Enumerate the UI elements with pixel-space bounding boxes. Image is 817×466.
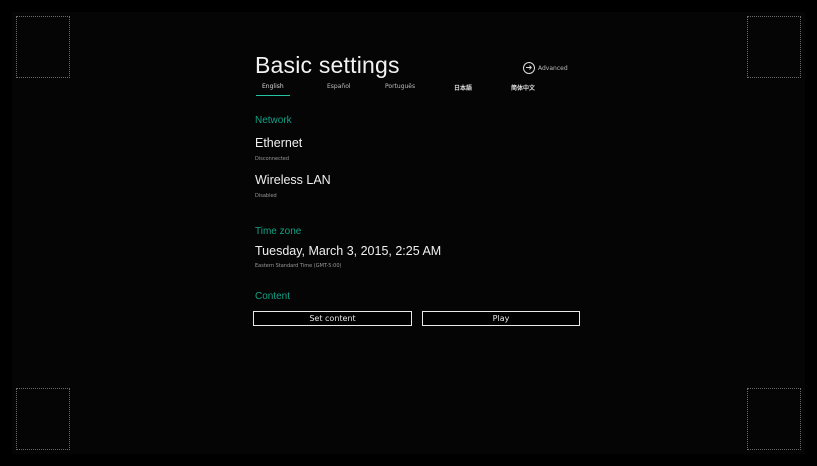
ethernet-setting[interactable]: Ethernet: [255, 136, 302, 150]
play-button[interactable]: Play: [422, 311, 580, 326]
content-heading: Content: [255, 291, 291, 302]
corner-calibration-mark-top-left: [16, 16, 70, 78]
time-zone-heading: Time zone: [255, 226, 302, 237]
corner-calibration-mark-top-right: [747, 16, 801, 78]
page-title: Basic settings: [255, 52, 400, 78]
advanced-label: Advanced: [538, 64, 568, 72]
tab-japanese[interactable]: 日本語: [454, 83, 472, 96]
wireless-lan-status: Disabled: [255, 193, 277, 199]
tab-simplified-chinese[interactable]: 简体中文: [511, 83, 535, 96]
screen-frame: [12, 12, 805, 454]
arrow-right-circle-icon: ➔: [523, 62, 535, 74]
set-content-button[interactable]: Set content: [253, 311, 412, 326]
tab-portugues[interactable]: Português: [385, 83, 415, 94]
tab-english[interactable]: English: [256, 83, 290, 96]
language-tabs: English Español Português 日本語 简体中文: [255, 83, 585, 99]
corner-calibration-mark-bottom-left: [16, 388, 70, 450]
network-heading: Network: [255, 115, 292, 126]
time-zone-value: Eastern Standard Time (GMT-5:00): [255, 263, 342, 269]
ethernet-status: Disconnected: [255, 156, 290, 162]
date-time-setting[interactable]: Tuesday, March 3, 2015, 2:25 AM: [255, 244, 441, 258]
tab-espanol[interactable]: Español: [327, 83, 351, 94]
corner-calibration-mark-bottom-right: [747, 388, 801, 450]
advanced-button[interactable]: ➔ Advanced: [523, 62, 568, 74]
wireless-lan-setting[interactable]: Wireless LAN: [255, 173, 331, 187]
